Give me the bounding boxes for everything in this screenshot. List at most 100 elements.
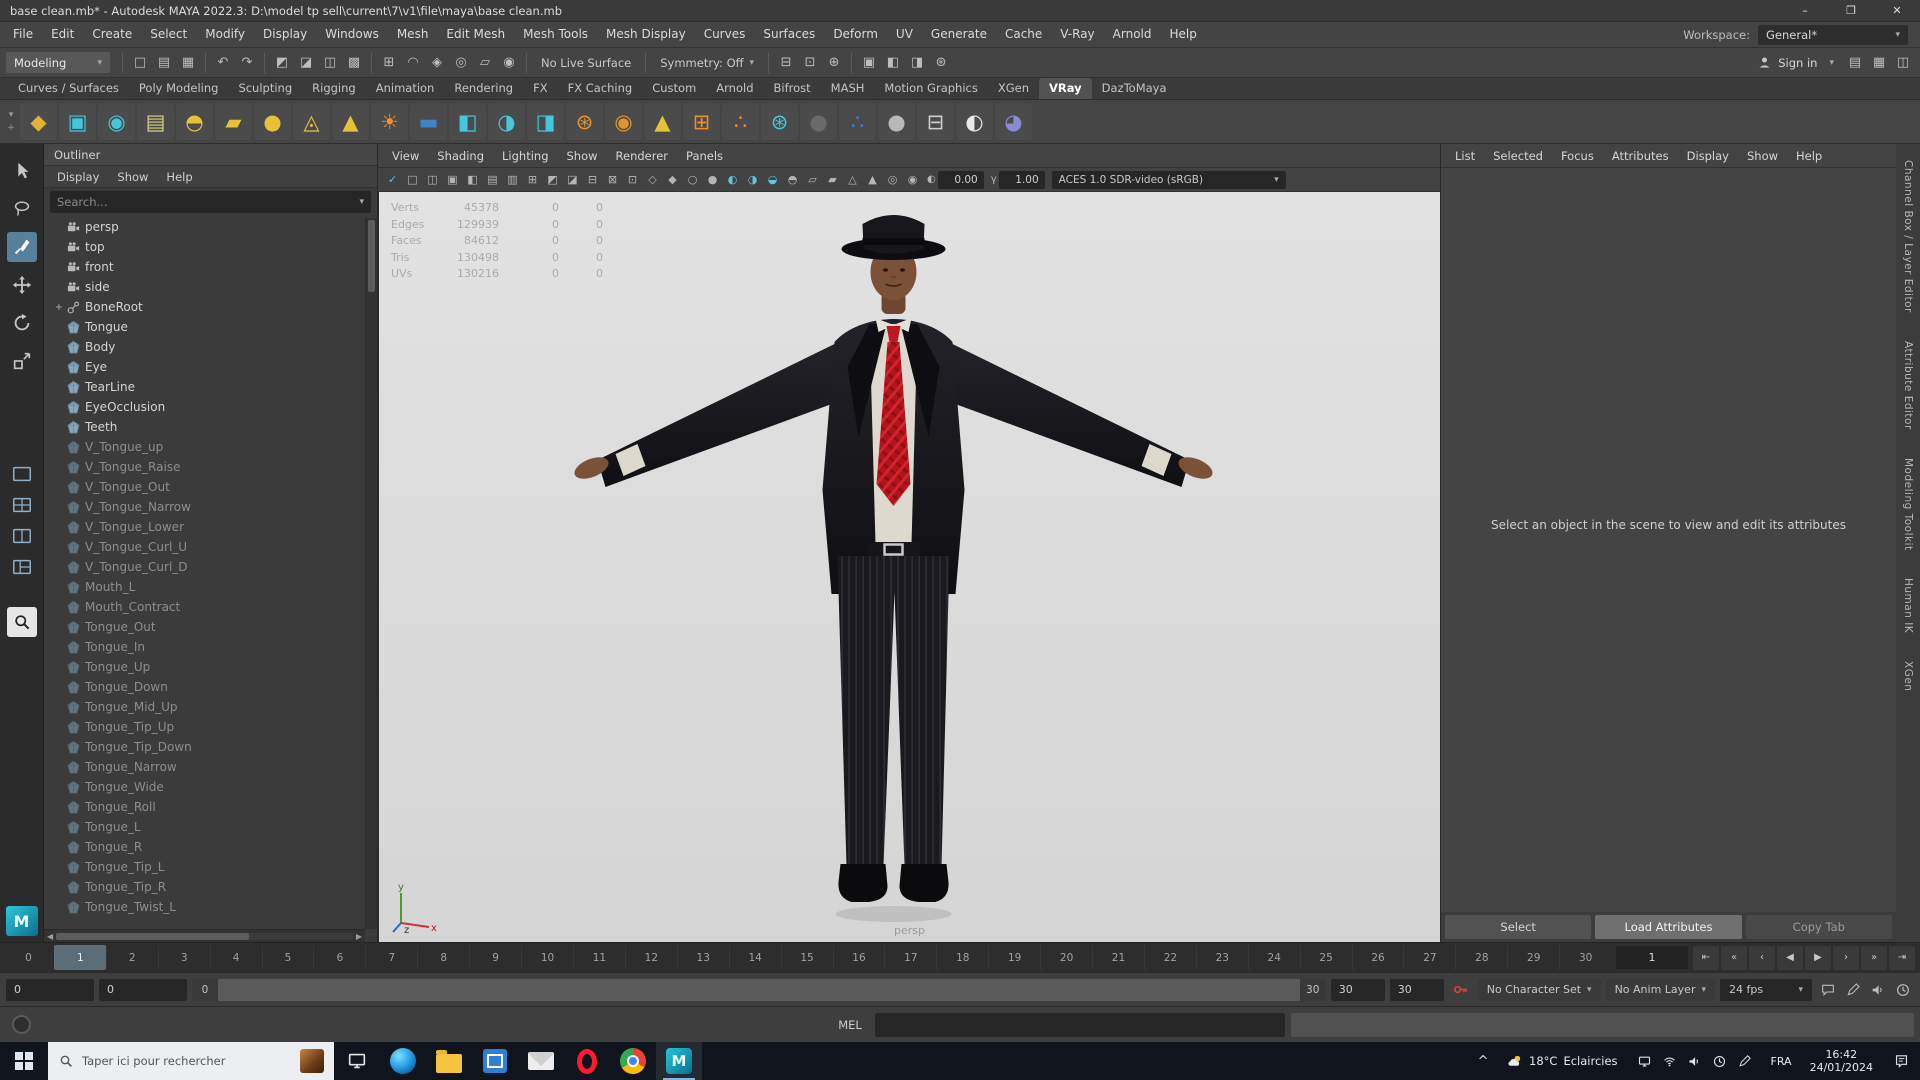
vray-rect-light-icon[interactable]: ▰ [215, 103, 252, 140]
step-back-key-button[interactable]: « [1721, 945, 1747, 970]
start-button[interactable] [0, 1042, 48, 1080]
shelf-tab-rendering[interactable]: Rendering [444, 78, 523, 99]
shelf-menu-icon[interactable]: ▾ [9, 110, 14, 120]
outliner-item-body[interactable]: Body [44, 337, 377, 357]
edge-app[interactable] [380, 1042, 426, 1080]
menu-surfaces[interactable]: Surfaces [754, 22, 824, 47]
wireframe-icon[interactable]: ● [703, 170, 722, 189]
timeline-frame-1[interactable]: 1 [53, 945, 106, 970]
paint-select-tool[interactable] [6, 232, 37, 262]
mail-app[interactable] [518, 1042, 564, 1080]
anim-preferences-icon[interactable] [1817, 979, 1839, 1001]
channel-box-toggle-icon[interactable]: ▤ [1844, 52, 1866, 74]
timeline-frame-22[interactable]: 22 [1143, 945, 1196, 970]
shelf-tab-bifrost[interactable]: Bifrost [764, 78, 821, 99]
live-surface-indicator[interactable]: No Live Surface [533, 56, 639, 70]
attribute-editor-menu-focus[interactable]: Focus [1552, 149, 1603, 163]
shelf-tab-motion-graphics[interactable]: Motion Graphics [874, 78, 987, 99]
notification-center-button[interactable] [1882, 1042, 1920, 1080]
attribute-editor-menu-display[interactable]: Display [1678, 149, 1738, 163]
outliner-item-top[interactable]: top [44, 237, 377, 257]
panel-tab-attribute-editor[interactable]: Attribute Editor [1902, 341, 1914, 430]
outliner-menu-show[interactable]: Show [108, 170, 157, 184]
outliner-item-v-tongue-raise[interactable]: V_Tongue_Raise [44, 457, 377, 477]
fps-dropdown[interactable]: 24 fps ▾ [1720, 978, 1812, 1001]
timeline-frame-27[interactable]: 27 [1403, 945, 1455, 970]
vray-node-editor-icon[interactable]: ⊟ [917, 103, 954, 140]
select-by-object-icon[interactable]: ◪ [295, 52, 317, 74]
outliner-item-mouth-l[interactable]: Mouth_L [44, 577, 377, 597]
input-connections-icon[interactable]: ⊟ [775, 52, 797, 74]
vray-sun-light-icon[interactable]: ☀ [371, 103, 408, 140]
scrollbar-track[interactable] [56, 932, 353, 940]
select-button[interactable]: Select [1445, 915, 1592, 939]
scroll-right-icon[interactable]: ▶ [356, 932, 362, 941]
timeline-frame-10[interactable]: 10 [521, 945, 573, 970]
shelf-tab-rigging[interactable]: Rigging [302, 78, 366, 99]
file-explorer-app[interactable] [426, 1042, 472, 1080]
outliner-search-input[interactable] [57, 195, 354, 209]
outliner-horizontal-scrollbar[interactable]: ◀ ▶ [44, 929, 365, 942]
vray-clipper-icon[interactable]: ◨ [527, 103, 564, 140]
timeline-frame-15[interactable]: 15 [780, 945, 833, 970]
store-app[interactable] [472, 1042, 518, 1080]
snap-to-curve-icon[interactable]: ◠ [402, 52, 424, 74]
viewport-menu-view[interactable]: View [383, 149, 428, 163]
make-live-icon[interactable]: ◉ [498, 52, 520, 74]
timeline-frame-19[interactable]: 19 [988, 945, 1040, 970]
timeline-frame-25[interactable]: 25 [1299, 945, 1352, 970]
outliner-item-side[interactable]: side [44, 277, 377, 297]
vray-vrscene-export-icon[interactable]: ◆ [20, 103, 57, 140]
vray-instancer-icon[interactable]: ⊞ [683, 103, 720, 140]
shadows-icon[interactable]: ◓ [783, 170, 802, 189]
timeline-frame-21[interactable]: 21 [1092, 945, 1144, 970]
outliner-menu-display[interactable]: Display [48, 170, 108, 184]
menu-select[interactable]: Select [141, 22, 196, 47]
outliner-item-tongue-down[interactable]: Tongue_Down [44, 677, 377, 697]
outliner-item-tongue-up[interactable]: Tongue_Up [44, 657, 377, 677]
timeline-frame-26[interactable]: 26 [1351, 945, 1404, 970]
timeline-frame-29[interactable]: 29 [1507, 945, 1559, 970]
load-attributes-button[interactable]: Load Attributes [1595, 915, 1742, 939]
outliner-item-boneroot[interactable]: + BoneRoot [44, 297, 377, 317]
vray-dome-light-icon[interactable]: ◓ [176, 103, 213, 140]
layout-single-pane[interactable] [9, 462, 35, 486]
attribute-editor-menu-attributes[interactable]: Attributes [1603, 149, 1678, 163]
taskbar-search[interactable] [48, 1042, 334, 1080]
vray-metaball-icon[interactable]: ∴ [722, 103, 759, 140]
timeline-frame-2[interactable]: 2 [105, 945, 158, 970]
timeline-frame-28[interactable]: 28 [1455, 945, 1507, 970]
field-chart-icon[interactable]: ⊠ [603, 170, 622, 189]
character-set-dropdown[interactable]: No Character Set ▾ [1477, 978, 1601, 1001]
outliner-menu-help[interactable]: Help [157, 170, 201, 184]
menu-curves[interactable]: Curves [695, 22, 755, 47]
attribute-editor-menu-list[interactable]: List [1446, 149, 1484, 163]
outliner-item-v-tongue-lower[interactable]: V_Tongue_Lower [44, 517, 377, 537]
step-back-frame-button[interactable]: ‹ [1749, 945, 1775, 970]
menu-cache[interactable]: Cache [996, 22, 1051, 47]
tray-volume-icon[interactable] [1684, 1050, 1706, 1072]
outliner-item-tongue-twist-l[interactable]: Tongue_Twist_L [44, 897, 377, 917]
command-line-toggle-icon[interactable] [12, 1015, 31, 1034]
outliner-item-tongue-in[interactable]: Tongue_In [44, 637, 377, 657]
vray-sphere-light-icon[interactable]: ● [254, 103, 291, 140]
new-scene-icon[interactable]: □ [129, 52, 151, 74]
shelf-tab-sculpting[interactable]: Sculpting [228, 78, 302, 99]
shelf-tab-poly-modeling[interactable]: Poly Modeling [129, 78, 229, 99]
menu-edit-mesh[interactable]: Edit Mesh [437, 22, 514, 47]
image-plane-icon[interactable]: ▤ [483, 170, 502, 189]
render-settings-icon[interactable]: ⊛ [930, 52, 952, 74]
exposure-field[interactable]: 0.00 [937, 170, 984, 189]
undo-icon[interactable]: ↶ [212, 52, 234, 74]
playblast-icon[interactable] [1842, 979, 1864, 1001]
weather-widget[interactable]: 18°C Eclaircies [1496, 1042, 1628, 1080]
layout-four-pane[interactable] [9, 493, 35, 517]
menu-generate[interactable]: Generate [922, 22, 996, 47]
expand-toggle-icon[interactable]: + [52, 302, 66, 313]
tray-clock-icon[interactable] [1709, 1050, 1731, 1072]
shelf-tab-mash[interactable]: MASH [821, 78, 875, 99]
safe-action-icon[interactable]: ⊡ [623, 170, 642, 189]
scroll-left-icon[interactable]: ◀ [47, 932, 53, 941]
viewport-menu-lighting[interactable]: Lighting [493, 149, 557, 163]
timeline-frame-7[interactable]: 7 [365, 945, 417, 970]
